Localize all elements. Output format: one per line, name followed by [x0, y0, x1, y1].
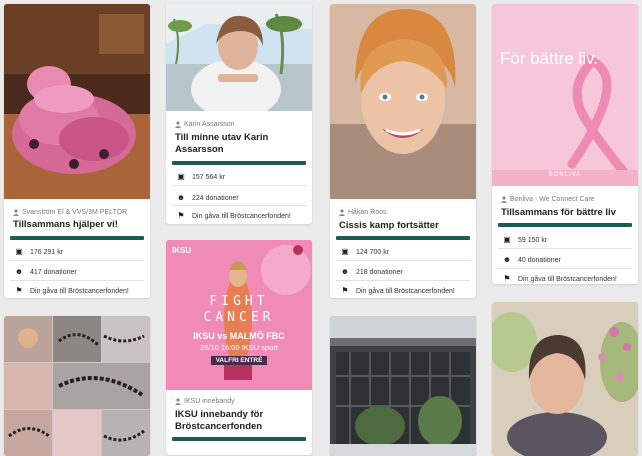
user-icon: [175, 398, 181, 405]
progress-bar: [172, 437, 306, 441]
divider: [498, 248, 632, 249]
card-donations: 218 donationer: [356, 269, 403, 276]
card-amount: 124 700 kr: [356, 249, 390, 256]
card-title[interactable]: Till minne utav Karin Assarsson: [175, 132, 304, 156]
user-icon: [175, 121, 181, 128]
card-image: [166, 4, 312, 111]
card-image: För bättre liv. BONLIVA: [492, 4, 638, 186]
image-match: IKSU vs MALMÖ FBC: [193, 331, 285, 341]
fundraiser-card[interactable]: För bättre liv. BONLIVA Bonliva - We Con…: [492, 4, 638, 284]
money-icon: ▣: [15, 247, 23, 256]
card-cta: Din gåva till Bröstcancerfonden!: [356, 288, 455, 295]
user-icon: [339, 209, 345, 216]
divider: [10, 260, 144, 261]
divider: [336, 280, 470, 281]
progress-bar: [336, 236, 470, 240]
fundraiser-card[interactable]: [492, 302, 638, 456]
iksu-logo: IKSU: [172, 246, 192, 255]
people-icon: ☻: [502, 255, 512, 264]
fundraiser-card[interactable]: [4, 316, 150, 456]
card-organizer: Svanström El & VVS/3M PELTOR: [22, 209, 128, 216]
image-date: 26/10 16:00 IKSU sport: [200, 343, 278, 352]
card-amount: 157 564 kr: [192, 174, 226, 181]
fundraiser-card[interactable]: Svanström El & VVS/3M PELTOR Tillsammans…: [4, 4, 150, 298]
people-icon: ☻: [14, 267, 24, 276]
flag-icon: ⚑: [341, 286, 349, 295]
people-icon: ☻: [176, 193, 186, 202]
people-icon: ☻: [340, 267, 350, 276]
card-image: [330, 316, 476, 456]
card-organizer: IKSU innebandy: [184, 398, 235, 405]
progress-bar: [172, 161, 306, 165]
card-title[interactable]: IKSU innebandy för Bröstcancerfonden: [175, 409, 304, 433]
image-brand: BONLIVA: [548, 172, 582, 178]
card-organizer: Bonliva - We Connect Care: [510, 196, 595, 203]
image-headline: För bättre liv.: [500, 49, 598, 68]
card-image: [4, 316, 150, 456]
card-cta: Din gåva till Bröstcancerfonden!: [192, 213, 291, 220]
user-icon: [501, 196, 507, 203]
divider: [172, 205, 306, 206]
card-title[interactable]: Tillsammans för bättre liv: [501, 207, 630, 219]
fundraiser-card[interactable]: Håkan Roos Cissis kamp fortsätter ▣ 124 7…: [330, 4, 476, 298]
flag-icon: ⚑: [15, 286, 23, 295]
card-image: IKSU FIGHT CANCER IKSU vs MALMÖ FBC 26/1…: [166, 240, 312, 390]
fundraiser-card[interactable]: IKSU FIGHT CANCER IKSU vs MALMÖ FBC 26/1…: [166, 240, 312, 455]
card-amount: 59 150 kr: [518, 237, 548, 244]
card-donations: 40 donationer: [518, 257, 561, 264]
fundraiser-card[interactable]: [330, 316, 476, 456]
image-line-cancer: CANCER: [203, 310, 275, 325]
card-amount: 176 291 kr: [30, 249, 64, 256]
user-icon: [13, 209, 19, 216]
card-cta: Din gåva till Bröstcancerfonden!: [518, 276, 617, 283]
card-title[interactable]: Tillsammans hjälper vi!: [13, 219, 142, 231]
money-icon: ▣: [177, 172, 185, 181]
money-icon: ▣: [341, 247, 349, 256]
fundraiser-card[interactable]: Karin Assarsson Till minne utav Karin As…: [166, 4, 312, 224]
card-image: [4, 4, 150, 199]
money-icon: ▣: [503, 235, 511, 244]
divider: [10, 280, 144, 281]
card-image: [492, 302, 638, 456]
divider: [172, 185, 306, 186]
progress-bar: [498, 223, 632, 227]
progress-bar: [10, 236, 144, 240]
card-image: [330, 4, 476, 199]
flag-icon: ⚑: [503, 274, 511, 283]
card-title[interactable]: Cissis kamp fortsätter: [339, 220, 468, 232]
flag-icon: ⚑: [177, 211, 185, 220]
card-donations: 417 donationer: [30, 269, 77, 276]
image-line-fight: FIGHT: [209, 294, 269, 309]
card-donations: 224 donationer: [192, 195, 239, 202]
card-organizer: Karin Assarsson: [184, 121, 235, 128]
card-cta: Din gåva till Bröstcancerfonden!: [30, 288, 129, 295]
image-entry: VALFRI ENTRÉ: [211, 356, 267, 365]
divider: [498, 268, 632, 269]
card-organizer: Håkan Roos: [348, 209, 387, 216]
divider: [336, 260, 470, 261]
